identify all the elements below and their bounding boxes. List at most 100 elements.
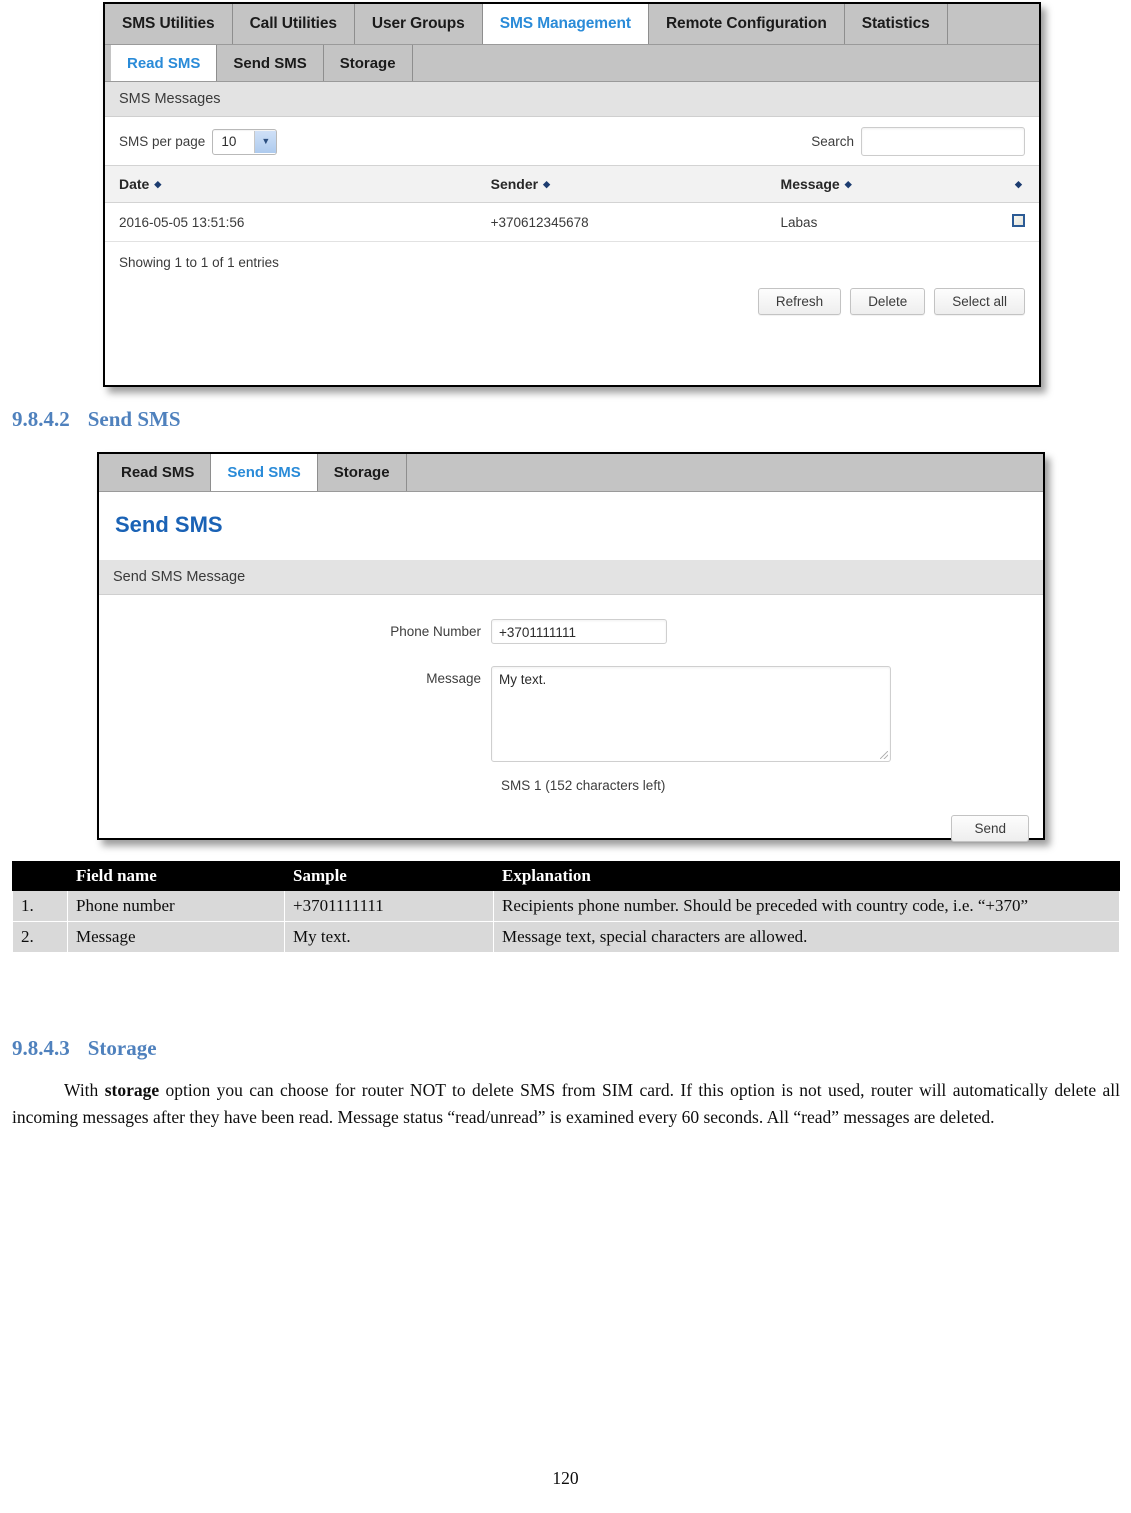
send-sms-screenshot: Read SMS Send SMS Storage Send SMS Send … <box>97 452 1045 842</box>
cell-field-name: Message <box>67 921 285 953</box>
header-field-name: Field name <box>67 861 285 891</box>
column-header-sender[interactable]: Sender ◆ <box>476 165 767 203</box>
nav-tab-label: Statistics <box>861 15 930 32</box>
send-sms-panel-title: Send SMS Message <box>99 560 1043 595</box>
sub-tab-storage[interactable]: Storage <box>317 454 407 491</box>
section-number: 9.8.4.2 <box>12 407 70 431</box>
send-button-row: Send <box>99 793 1043 856</box>
column-header-message[interactable]: Message ◆ <box>766 165 998 203</box>
nav-tab-sms-utilities[interactable]: SMS Utilities <box>105 4 233 44</box>
column-label: Date <box>119 176 150 192</box>
paragraph-part-1: With <box>64 1080 105 1100</box>
per-page-group: SMS per page 10 ▼ <box>119 128 278 155</box>
phone-number-row: Phone Number +3701111111 <box>99 611 1043 652</box>
cell-explanation: Message text, special characters are all… <box>493 921 1120 953</box>
nav-tab-call-utilities[interactable]: Call Utilities <box>232 4 355 44</box>
nav-tab-label: Remote Configuration <box>665 15 827 32</box>
sort-indicator-icon: ◆ <box>543 179 551 189</box>
per-page-select[interactable]: 10 ▼ <box>212 128 278 155</box>
table-controls-row: SMS per page 10 ▼ Search <box>105 117 1039 165</box>
sub-tab-read-sms[interactable]: Read SMS <box>105 454 212 491</box>
resize-handle-icon[interactable] <box>880 751 888 759</box>
cell-select <box>998 202 1039 242</box>
nav-tab-label: SMS Utilities <box>122 15 215 32</box>
read-sms-screenshot: SMS Utilities Call Utilities User Groups… <box>103 2 1041 387</box>
cell-field-name: Phone number <box>67 890 285 922</box>
character-counter: SMS 1 (152 characters left) <box>501 778 666 793</box>
sub-tab-send-sms[interactable]: Send SMS <box>211 454 318 491</box>
table-action-buttons: Refresh Delete Select all <box>105 274 1039 329</box>
table-row: 1. Phone number +3701111111 Recipients p… <box>12 890 1120 922</box>
sms-sub-tab-strip: Read SMS Send SMS Storage <box>99 454 1043 492</box>
message-textarea-value: My text. <box>499 672 547 687</box>
cell-sample: +3701111111 <box>284 890 494 922</box>
column-header-select[interactable]: ◆ <box>998 165 1039 203</box>
search-input[interactable] <box>861 127 1025 156</box>
nav-tab-sms-management[interactable]: SMS Management <box>482 4 649 44</box>
sort-indicator-icon: ◆ <box>844 179 852 189</box>
field-reference-table: Field name Sample Explanation 1. Phone n… <box>12 861 1120 953</box>
nav-tab-remote-configuration[interactable]: Remote Configuration <box>648 4 845 44</box>
sub-tab-label: Storage <box>339 54 396 72</box>
sub-tab-label: Read SMS <box>127 54 201 72</box>
page-number: 120 <box>552 1468 579 1488</box>
sub-tab-read-sms[interactable]: Read SMS <box>111 45 218 81</box>
reference-table-header-row: Field name Sample Explanation <box>12 861 1120 891</box>
sort-indicator-icon: ◆ <box>1015 179 1022 189</box>
nav-tab-label: User Groups <box>371 15 465 32</box>
sub-tab-filler <box>412 45 1039 81</box>
table-row: 2. Message My text. Message text, specia… <box>12 921 1120 953</box>
section-title: Storage <box>87 1036 157 1060</box>
paragraph-bold-storage: storage <box>104 1080 160 1100</box>
cell-sender: +370612345678 <box>476 202 767 242</box>
header-sample: Sample <box>284 861 494 891</box>
section-heading-send-sms: 9.8.4.2 Send SMS <box>12 407 181 432</box>
cell-index: 2. <box>12 921 68 953</box>
cell-index: 1. <box>12 890 68 922</box>
nav-tab-user-groups[interactable]: User Groups <box>354 4 483 44</box>
nav-tab-filler <box>947 4 1039 44</box>
cell-message: Labas <box>766 202 998 242</box>
sub-tab-label: Send SMS <box>233 54 307 72</box>
header-explanation: Explanation <box>493 861 1120 891</box>
refresh-button[interactable]: Refresh <box>757 288 842 315</box>
entries-status-text: Showing 1 to 1 of 1 entries <box>119 255 279 270</box>
section-heading-storage: 9.8.4.3 Storage <box>12 1036 157 1061</box>
sub-tab-send-sms[interactable]: Send SMS <box>217 45 324 81</box>
message-row: Message My text. <box>99 652 1043 770</box>
message-label: Message <box>426 671 481 686</box>
table-header-row: Date ◆ Sender ◆ Message ◆ ◆ <box>105 165 1039 203</box>
phone-number-input[interactable]: +3701111111 <box>491 619 667 644</box>
delete-button[interactable]: Delete <box>850 288 926 315</box>
sort-indicator-icon: ◆ <box>154 179 162 189</box>
sms-messages-panel-title: SMS Messages <box>105 82 1039 117</box>
select-all-button[interactable]: Select all <box>934 288 1025 315</box>
sub-tab-label: Send SMS <box>227 464 301 481</box>
cell-explanation: Recipients phone number. Should be prece… <box>493 890 1120 922</box>
header-index <box>12 861 68 891</box>
cell-sample: My text. <box>284 921 494 953</box>
nav-tab-label: Call Utilities <box>249 15 337 32</box>
section-number: 9.8.4.3 <box>12 1036 70 1060</box>
sms-sub-tab-strip: Read SMS Send SMS Storage <box>105 45 1039 82</box>
column-label: Message <box>780 176 840 192</box>
nav-tab-label: SMS Management <box>499 15 631 32</box>
nav-tab-statistics[interactable]: Statistics <box>844 4 948 44</box>
per-page-label: SMS per page <box>119 134 206 149</box>
chevron-down-icon: ▼ <box>254 130 277 153</box>
message-textarea[interactable]: My text. <box>491 666 891 762</box>
send-button[interactable]: Send <box>951 815 1029 842</box>
main-nav-tab-strip: SMS Utilities Call Utilities User Groups… <box>105 4 1039 45</box>
cell-date: 2016-05-05 13:51:56 <box>105 202 477 242</box>
column-label: Sender <box>490 176 539 192</box>
column-header-date[interactable]: Date ◆ <box>105 165 477 203</box>
sub-tab-label: Storage <box>333 464 390 481</box>
per-page-value: 10 <box>221 134 237 149</box>
sms-messages-table: Date ◆ Sender ◆ Message ◆ ◆ 2016-05-05 13:5… <box>105 165 1039 242</box>
phone-number-label: Phone Number <box>390 624 481 639</box>
page-title: Send SMS <box>115 512 223 537</box>
sub-tab-storage[interactable]: Storage <box>323 45 413 81</box>
search-label: Search <box>811 134 854 149</box>
row-select-checkbox[interactable] <box>1012 214 1025 227</box>
storage-paragraph: With storage option you can choose for r… <box>12 1077 1120 1130</box>
